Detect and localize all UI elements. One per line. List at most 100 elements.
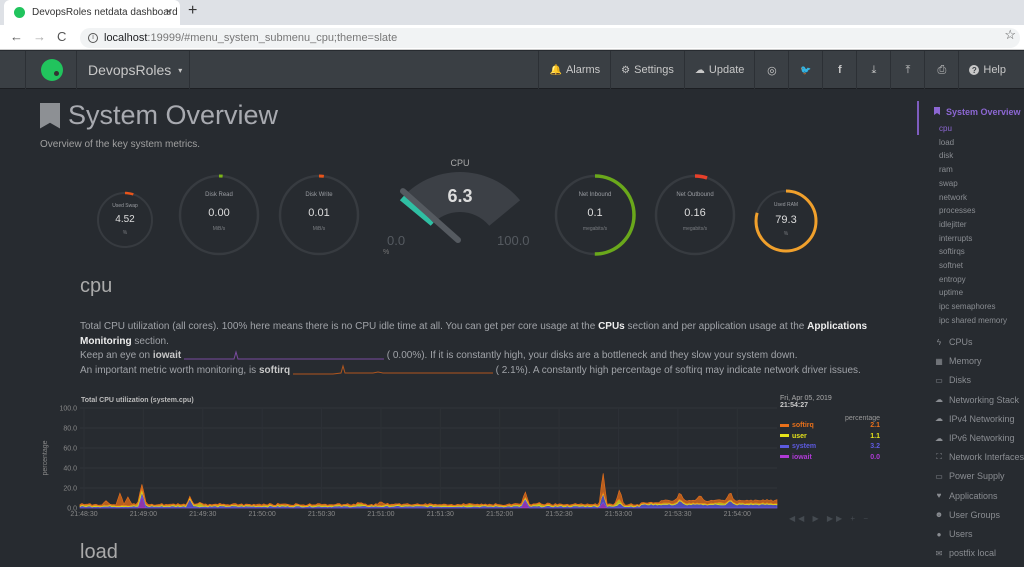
legend-name: iowait [780,454,812,465]
sidebar-subitem-ipc-semaphores[interactable]: ipc semaphores [939,302,995,311]
sidebar-subitem-ram[interactable]: ram [939,165,953,174]
sidebar-item-cpus[interactable]: ϟ CPUs [934,337,973,347]
sidebar-subitem-swap[interactable]: swap [939,179,958,188]
gauge-net-outbound[interactable]: Net Outbound 0.16 megabits/s [653,173,737,257]
legend-row-softirq[interactable]: softirq 2.1 [780,422,880,433]
sidebar-item-user-groups[interactable]: ☻ User Groups [934,510,1000,520]
bookmark-icon [934,107,940,115]
gauge-unit: % [122,230,128,236]
gauge-used-ram[interactable]: Used RAM 79.3 % [753,188,819,254]
gauge-value: 4.52 [115,214,135,225]
download-button[interactable]: ⤓ [856,51,890,89]
settings-button[interactable]: ⚙ Settings [610,51,684,89]
gauge-label: Used RAM [773,202,799,208]
sidebar-item-memory[interactable]: ▦ Memory [934,356,981,366]
networking-stack-icon: ☁ [935,395,943,405]
legend-value: 0.0 [870,453,880,461]
sidebar-subitem-softnet[interactable]: softnet [939,261,963,270]
gauge-label: Net Outbound [676,192,714,198]
x-tick-label: 21:49:00 [130,511,157,518]
chart-controls[interactable]: ◀◀ ▶ ▶▶ + − [789,514,871,523]
sidebar-subitem-uptime[interactable]: uptime [939,288,963,297]
cpus-link[interactable]: CPUs [598,321,625,332]
gauge-label: Net Inbound [578,192,612,198]
x-tick-label: 21:54:00 [724,511,751,518]
sidebar-item-disks[interactable]: ▭ Disks [934,375,971,385]
chart-plot[interactable]: 100.080.060.040.020.00.021:48:30 21:49:00… [35,395,780,535]
gauge-value: 0.00 [208,207,230,219]
sidebar-section-system-overview[interactable]: System Overview [934,107,1021,117]
main-content: System Overview Overview of the key syst… [0,90,915,567]
sidebar-item-users[interactable]: ● Users [934,529,973,539]
sidebar-item-networking-stack[interactable]: ☁ Networking Stack [934,395,1019,405]
legend-row-system[interactable]: system 3.2 [780,443,880,454]
github-button[interactable]: ◎ [754,51,788,89]
new-tab-button[interactable]: + [188,2,197,20]
ipv6-networking-icon: ☁ [935,433,943,443]
legend-time: 21:54:27 [780,402,809,409]
sidebar-subitem-network[interactable]: network [939,193,967,202]
print-button[interactable]: ⎙ [924,51,958,89]
update-button[interactable]: ☁ Update [683,51,754,89]
logo-link[interactable] [25,51,77,89]
question-circle-icon: ? [969,65,980,75]
page-header: System Overview [40,100,278,131]
legend-value: 3.2 [870,443,880,450]
gauge-disk-read[interactable]: Disk Read 0.00 MiB/s [177,173,261,257]
sidebar-item-power-supply[interactable]: ▭ Power Supply [934,471,1004,481]
upload-button[interactable]: ⤒ [890,51,924,89]
sidebar-item-ipv6-networking[interactable]: ☁ IPv6 Networking [934,433,1015,443]
sidebar-subitem-ipc-shared-memory[interactable]: ipc shared memory [939,316,1007,325]
back-icon[interactable]: ← [10,29,23,44]
legend-series-name: system [792,443,817,450]
sidebar-item-label: Networking Stack [949,394,1020,405]
legend-row-iowait[interactable]: iowait 0.0 [780,454,880,465]
sidebar-subitem-cpu[interactable]: cpu [939,124,952,133]
legend-swatch [780,444,789,448]
tab-close-icon[interactable]: × [166,6,172,18]
info-icon[interactable]: i [88,33,98,43]
twitter-icon: 🐦 [800,64,812,75]
reload-icon[interactable]: C [57,29,66,44]
gauge-unit: megabits/s [682,226,708,232]
forward-icon[interactable]: → [33,29,46,44]
gauge-net-inbound[interactable]: Net Inbound 0.1 megabits/s [553,173,637,257]
desc-text: section and per application usage at the [624,321,808,332]
netdata-logo-icon [41,59,63,81]
facebook-button[interactable]: f [822,51,856,89]
sidebar-subitem-disk[interactable]: disk [939,151,953,160]
sidebar-subitem-interrupts[interactable]: interrupts [939,234,972,243]
address-bar: ← → C i localhost:19999/#menu_system_sub… [0,25,1024,50]
url-input[interactable]: i localhost:19999/#menu_system_submenu_c… [80,28,1020,48]
cpu-gauge-max: 100.0 [497,233,530,248]
server-selector[interactable]: DevopsRoles ▾ [78,51,190,89]
gauge-value: 0.01 [308,207,330,219]
sidebar-subitem-softirqs[interactable]: softirqs [939,247,965,256]
gauge-label: Used Swap [112,203,138,209]
bookmark-star-icon[interactable]: ☆ [1004,27,1016,43]
cpu-chart[interactable]: Total CPU utilization (system.cpu) 100.0… [35,395,885,535]
section-heading-load: load [80,541,118,563]
sidebar-subitem-entropy[interactable]: entropy [939,275,966,284]
sidebar-item-ipv4-networking[interactable]: ☁ IPv4 Networking [934,414,1015,424]
sidebar-item-network-interfaces[interactable]: ⛶ Network Interfaces [934,452,1024,462]
gauge-disk-write[interactable]: Disk Write 0.01 MiB/s [277,173,361,257]
browser-tab[interactable]: DevopsRoles netdata dashboard × [4,0,180,25]
netdata-favicon-icon [14,7,25,18]
gauge-used-swap[interactable]: Used Swap 4.52 % [95,190,155,250]
gauge-value: 79.3 [775,214,797,226]
twitter-button[interactable]: 🐦 [788,51,822,89]
alarms-button[interactable]: 🔔 Alarms [538,51,610,89]
sidebar-item-label: Disks [949,375,971,386]
help-button[interactable]: ? Help [958,51,1016,89]
iowait-sparkline [183,350,384,360]
sidebar-subitem-load[interactable]: load [939,138,954,147]
cpu-gauge[interactable]: CPU 6.3 0.0 100.0 % [375,158,545,258]
desc-text: ( 0.00%). If it is constantly high, your… [386,350,798,361]
sidebar-item-postfix-local[interactable]: ✉ postfix local [934,548,996,558]
sidebar-subitem-idlejitter[interactable]: idlejitter [939,220,967,229]
sidebar-item-applications[interactable]: ♥ Applications [934,491,998,501]
sidebar-subitem-processes[interactable]: processes [939,206,975,215]
legend-row-user[interactable]: user 1.1 [780,433,880,444]
gauge-label: Disk Read [205,192,233,198]
